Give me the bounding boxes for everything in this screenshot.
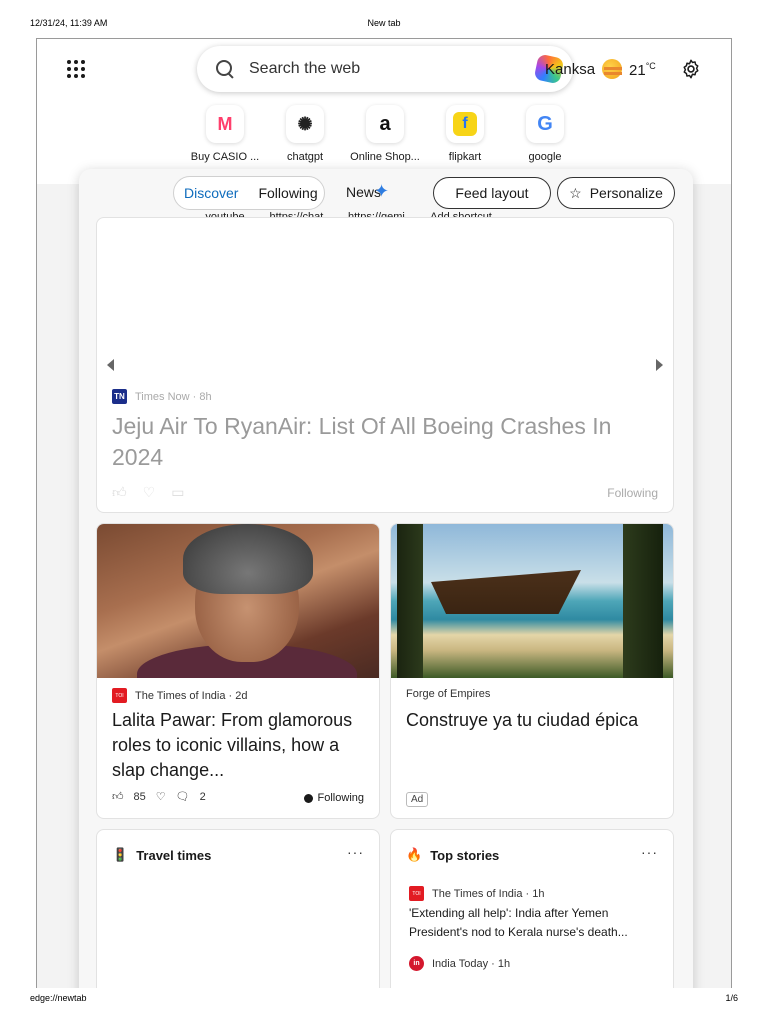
carousel-prev-icon[interactable] (107, 359, 114, 371)
ad-source: Forge of Empires (406, 688, 491, 700)
top-stories-widget: 🔥 Top stories ··· TOI The Times of India … (390, 829, 674, 988)
travel-times-widget: 🚦 Travel times ··· (96, 829, 380, 988)
amazon-icon: a (366, 105, 404, 143)
shortcut-amazon[interactable]: a Online Shop... (347, 105, 423, 163)
ad-badge: Ad (406, 792, 429, 807)
times-now-logo: TN (112, 389, 127, 404)
shortcut-flipkart[interactable]: f flipkart (427, 105, 503, 163)
search-icon (215, 59, 235, 79)
news-feed: Discover Following News ✦ Feed layout ☆ P… (79, 169, 693, 988)
shortcut-google[interactable]: G google (507, 105, 583, 163)
like-icon[interactable]: 👍︎ (112, 484, 127, 501)
shortcut-myntra[interactable]: M Buy CASIO ... (187, 105, 263, 163)
more-options-icon[interactable]: ··· (641, 844, 658, 860)
feed-layout-button[interactable]: Feed layout (433, 177, 551, 209)
google-icon: G (526, 105, 564, 143)
temperature[interactable]: 21°C (629, 61, 656, 79)
ad-card[interactable]: Forge of Empires Construye ya tu ciudad … (390, 523, 674, 819)
hero-source: TN Times Now · 8h (112, 389, 212, 404)
ad-image (391, 524, 673, 678)
dislike-icon[interactable]: ♡ (143, 484, 156, 501)
hero-card[interactable]: TN Times Now · 8h Jeju Air To RyanAir: L… (96, 217, 674, 513)
gear-icon[interactable] (680, 58, 702, 80)
flipkart-icon: f (446, 105, 484, 143)
print-header: 12/31/24, 11:39 AM New tab (0, 18, 768, 34)
star-icon: ☆ (569, 184, 582, 201)
app-launcher-icon[interactable] (65, 58, 87, 80)
hero-following[interactable]: Following (607, 486, 658, 500)
personalize-button[interactable]: ☆ Personalize (557, 177, 675, 209)
feed-tabs: Discover Following (173, 176, 325, 210)
story-source: in India Today · 1h (409, 956, 510, 971)
print-title: New tab (367, 18, 401, 28)
like-icon[interactable]: 👍︎ (112, 790, 124, 803)
search-box[interactable] (197, 46, 573, 92)
india-today-logo: in (409, 956, 424, 971)
traffic-light-icon: 🚦 (112, 847, 129, 862)
hero-actions: 👍︎ ♡ ▭ (112, 484, 184, 501)
chatgpt-icon: ✺ (286, 105, 324, 143)
toi-logo: TOI (112, 688, 127, 703)
more-options-icon[interactable]: ··· (347, 844, 364, 860)
card-actions: 👍︎ 85 ♡ 🗨︎ 2 (112, 790, 206, 804)
myntra-icon: M (206, 105, 244, 143)
print-page: 1/6 (725, 993, 738, 1003)
following-badge[interactable]: Following (303, 792, 364, 804)
browser-page: Kanksa 21°C M Buy CASIO ... ✺ chatgpt a … (36, 38, 732, 988)
shortcut-chatgpt[interactable]: ✺ chatgpt (267, 105, 343, 163)
ad-headline[interactable]: Construye ya tu ciudad épica (406, 708, 664, 733)
comment-icon[interactable]: 🗨︎ (176, 790, 190, 803)
weather-icon[interactable] (602, 59, 622, 79)
search-input[interactable] (249, 60, 519, 78)
card-source: TOI The Times of India · 2d (112, 688, 248, 703)
toi-logo: TOI (409, 886, 424, 901)
dislike-icon[interactable]: ♡ (156, 790, 166, 803)
story-headline[interactable]: 'Extending all help': India after Yemen … (409, 904, 661, 942)
comment-icon[interactable]: ▭ (171, 484, 184, 501)
hero-title[interactable]: Jeju Air To RyanAir: List Of All Boeing … (112, 411, 632, 473)
story-source: TOI The Times of India · 1h (409, 886, 545, 901)
article-image (97, 524, 379, 678)
print-url: edge://newtab (30, 993, 87, 1003)
carousel-next-icon[interactable] (656, 359, 663, 371)
fire-icon: 🔥 (406, 847, 423, 862)
location-label[interactable]: Kanksa (545, 61, 595, 78)
tab-discover[interactable]: Discover (174, 185, 248, 201)
card-headline[interactable]: Lalita Pawar: From glamorous roles to ic… (112, 708, 370, 783)
tab-following[interactable]: Following (248, 185, 327, 201)
news-card[interactable]: TOI The Times of India · 2d Lalita Pawar… (96, 523, 380, 819)
gemini-icon: ✦ (374, 181, 390, 201)
